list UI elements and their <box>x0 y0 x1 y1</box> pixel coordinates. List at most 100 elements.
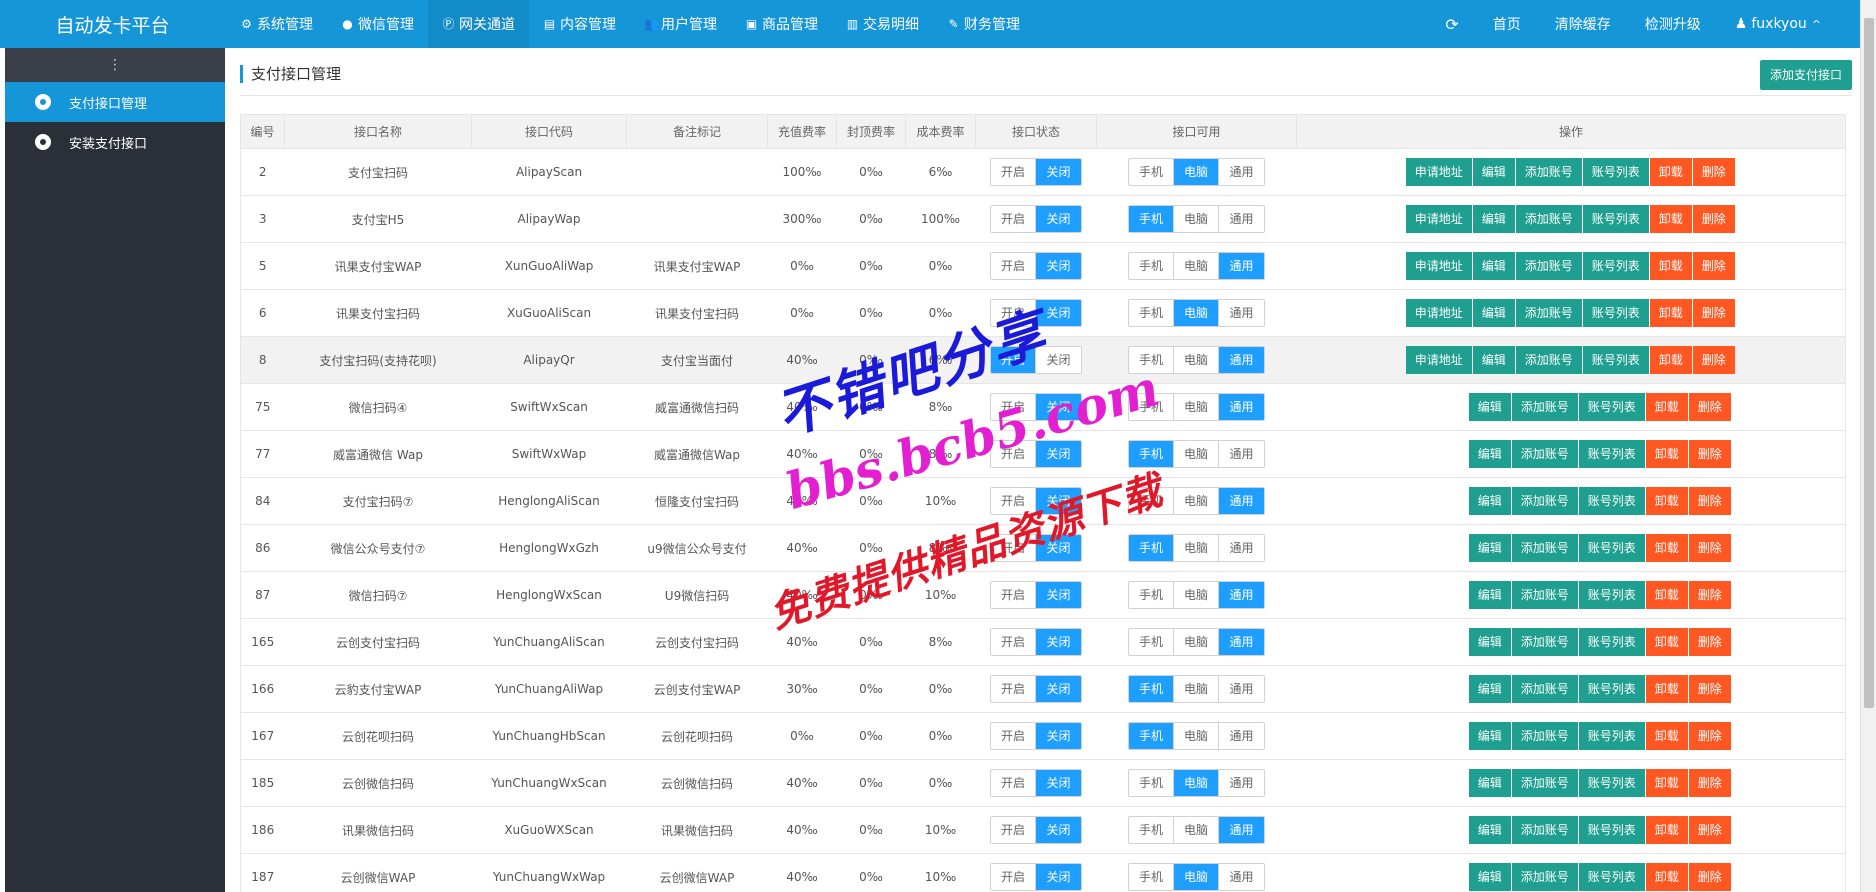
status-close-button[interactable]: 关闭 <box>1036 535 1081 561</box>
scrollbar-thumb[interactable] <box>1864 18 1874 708</box>
device-pc-button[interactable]: 电脑 <box>1174 535 1219 561</box>
account-list-button[interactable]: 账号列表 <box>1578 440 1645 468</box>
device-pc-button[interactable]: 电脑 <box>1174 159 1219 185</box>
device-pc-button[interactable]: 电脑 <box>1174 629 1219 655</box>
account-list-button[interactable]: 账号列表 <box>1582 252 1649 280</box>
device-pc-button[interactable]: 电脑 <box>1174 394 1219 420</box>
device-pc-button[interactable]: 电脑 <box>1174 817 1219 843</box>
account-list-button[interactable]: 账号列表 <box>1582 299 1649 327</box>
delete-button[interactable]: 删除 <box>1688 722 1731 750</box>
apply-url-button[interactable]: 申请地址 <box>1405 205 1472 233</box>
device-toggle[interactable]: 手机 电脑 通用 <box>1128 863 1265 891</box>
device-all-button[interactable]: 通用 <box>1219 723 1264 749</box>
add-account-button[interactable]: 添加账号 <box>1515 205 1582 233</box>
topnav-item-6[interactable]: ▥ 交易明细 <box>832 0 933 48</box>
uninstall-button[interactable]: 卸载 <box>1649 205 1692 233</box>
delete-button[interactable]: 删除 <box>1692 158 1735 186</box>
status-close-button[interactable]: 关闭 <box>1036 206 1081 232</box>
status-toggle[interactable]: 开启 关闭 <box>990 299 1082 327</box>
edit-button[interactable]: 编辑 <box>1468 393 1511 421</box>
device-mobile-button[interactable]: 手机 <box>1129 488 1174 514</box>
topnav-item-5[interactable]: ▣ 商品管理 <box>731 0 832 48</box>
delete-button[interactable]: 删除 <box>1688 816 1731 844</box>
apply-url-button[interactable]: 申请地址 <box>1405 252 1472 280</box>
status-open-button[interactable]: 开启 <box>991 582 1036 608</box>
account-list-button[interactable]: 账号列表 <box>1578 581 1645 609</box>
device-toggle[interactable]: 手机 电脑 通用 <box>1128 487 1265 515</box>
delete-button[interactable]: 删除 <box>1692 252 1735 280</box>
topnav-item-2[interactable]: Ⓟ 网关通道 <box>428 0 529 48</box>
device-all-button[interactable]: 通用 <box>1219 206 1264 232</box>
status-close-button[interactable]: 关闭 <box>1036 817 1081 843</box>
topnav-item-0[interactable]: ⚙ 系统管理 <box>226 0 327 48</box>
device-all-button[interactable]: 通用 <box>1219 582 1264 608</box>
status-close-button[interactable]: 关闭 <box>1036 347 1081 373</box>
device-pc-button[interactable]: 电脑 <box>1174 770 1219 796</box>
delete-button[interactable]: 删除 <box>1688 675 1731 703</box>
device-toggle[interactable]: 手机 电脑 通用 <box>1128 440 1265 468</box>
device-pc-button[interactable]: 电脑 <box>1174 300 1219 326</box>
status-open-button[interactable]: 开启 <box>991 723 1036 749</box>
delete-button[interactable]: 删除 <box>1688 628 1731 656</box>
edit-button[interactable]: 编辑 <box>1468 863 1511 891</box>
device-all-button[interactable]: 通用 <box>1219 676 1264 702</box>
device-all-button[interactable]: 通用 <box>1219 159 1264 185</box>
status-open-button[interactable]: 开启 <box>991 629 1036 655</box>
status-toggle[interactable]: 开启 关闭 <box>990 487 1082 515</box>
add-account-button[interactable]: 添加账号 <box>1511 675 1578 703</box>
account-list-button[interactable]: 账号列表 <box>1582 158 1649 186</box>
device-all-button[interactable]: 通用 <box>1219 770 1264 796</box>
add-account-button[interactable]: 添加账号 <box>1511 393 1578 421</box>
delete-button[interactable]: 删除 <box>1688 534 1731 562</box>
edit-button[interactable]: 编辑 <box>1472 252 1515 280</box>
edit-button[interactable]: 编辑 <box>1468 769 1511 797</box>
status-toggle[interactable]: 开启 关闭 <box>990 158 1082 186</box>
add-account-button[interactable]: 添加账号 <box>1511 440 1578 468</box>
device-toggle[interactable]: 手机 电脑 通用 <box>1128 252 1265 280</box>
status-open-button[interactable]: 开启 <box>991 206 1036 232</box>
uninstall-button[interactable]: 卸载 <box>1645 769 1688 797</box>
uninstall-button[interactable]: 卸载 <box>1649 158 1692 186</box>
edit-button[interactable]: 编辑 <box>1468 581 1511 609</box>
status-close-button[interactable]: 关闭 <box>1036 441 1081 467</box>
status-toggle[interactable]: 开启 关闭 <box>990 440 1082 468</box>
account-list-button[interactable]: 账号列表 <box>1578 534 1645 562</box>
device-pc-button[interactable]: 电脑 <box>1174 864 1219 890</box>
add-account-button[interactable]: 添加账号 <box>1511 816 1578 844</box>
topnav-item-3[interactable]: ▤ 内容管理 <box>529 0 630 48</box>
edit-button[interactable]: 编辑 <box>1472 158 1515 186</box>
sidebar-item-0[interactable]: 支付接口管理 <box>5 82 225 122</box>
device-toggle[interactable]: 手机 电脑 通用 <box>1128 816 1265 844</box>
account-list-button[interactable]: 账号列表 <box>1578 816 1645 844</box>
apply-url-button[interactable]: 申请地址 <box>1405 299 1472 327</box>
status-toggle[interactable]: 开启 关闭 <box>990 769 1082 797</box>
topnav-item-1[interactable]: ● 微信管理 <box>327 0 428 48</box>
status-open-button[interactable]: 开启 <box>991 770 1036 796</box>
device-mobile-button[interactable]: 手机 <box>1129 770 1174 796</box>
account-list-button[interactable]: 账号列表 <box>1578 675 1645 703</box>
status-open-button[interactable]: 开启 <box>991 253 1036 279</box>
status-toggle[interactable]: 开启 关闭 <box>990 816 1082 844</box>
uninstall-button[interactable]: 卸载 <box>1649 252 1692 280</box>
account-list-button[interactable]: 账号列表 <box>1582 205 1649 233</box>
uninstall-button[interactable]: 卸载 <box>1645 816 1688 844</box>
delete-button[interactable]: 删除 <box>1692 346 1735 374</box>
device-toggle[interactable]: 手机 电脑 通用 <box>1128 534 1265 562</box>
device-toggle[interactable]: 手机 电脑 通用 <box>1128 722 1265 750</box>
status-close-button[interactable]: 关闭 <box>1036 253 1081 279</box>
device-toggle[interactable]: 手机 电脑 通用 <box>1128 158 1265 186</box>
device-pc-button[interactable]: 电脑 <box>1174 488 1219 514</box>
device-toggle[interactable]: 手机 电脑 通用 <box>1128 299 1265 327</box>
device-toggle[interactable]: 手机 电脑 通用 <box>1128 346 1265 374</box>
device-mobile-button[interactable]: 手机 <box>1129 159 1174 185</box>
status-open-button[interactable]: 开启 <box>991 347 1036 373</box>
account-list-button[interactable]: 账号列表 <box>1578 487 1645 515</box>
status-open-button[interactable]: 开启 <box>991 488 1036 514</box>
device-all-button[interactable]: 通用 <box>1219 488 1264 514</box>
device-pc-button[interactable]: 电脑 <box>1174 441 1219 467</box>
status-open-button[interactable]: 开启 <box>991 676 1036 702</box>
upgrade-link[interactable]: 检测升级 <box>1628 0 1718 48</box>
device-toggle[interactable]: 手机 电脑 通用 <box>1128 205 1265 233</box>
add-account-button[interactable]: 添加账号 <box>1511 534 1578 562</box>
add-account-button[interactable]: 添加账号 <box>1511 722 1578 750</box>
